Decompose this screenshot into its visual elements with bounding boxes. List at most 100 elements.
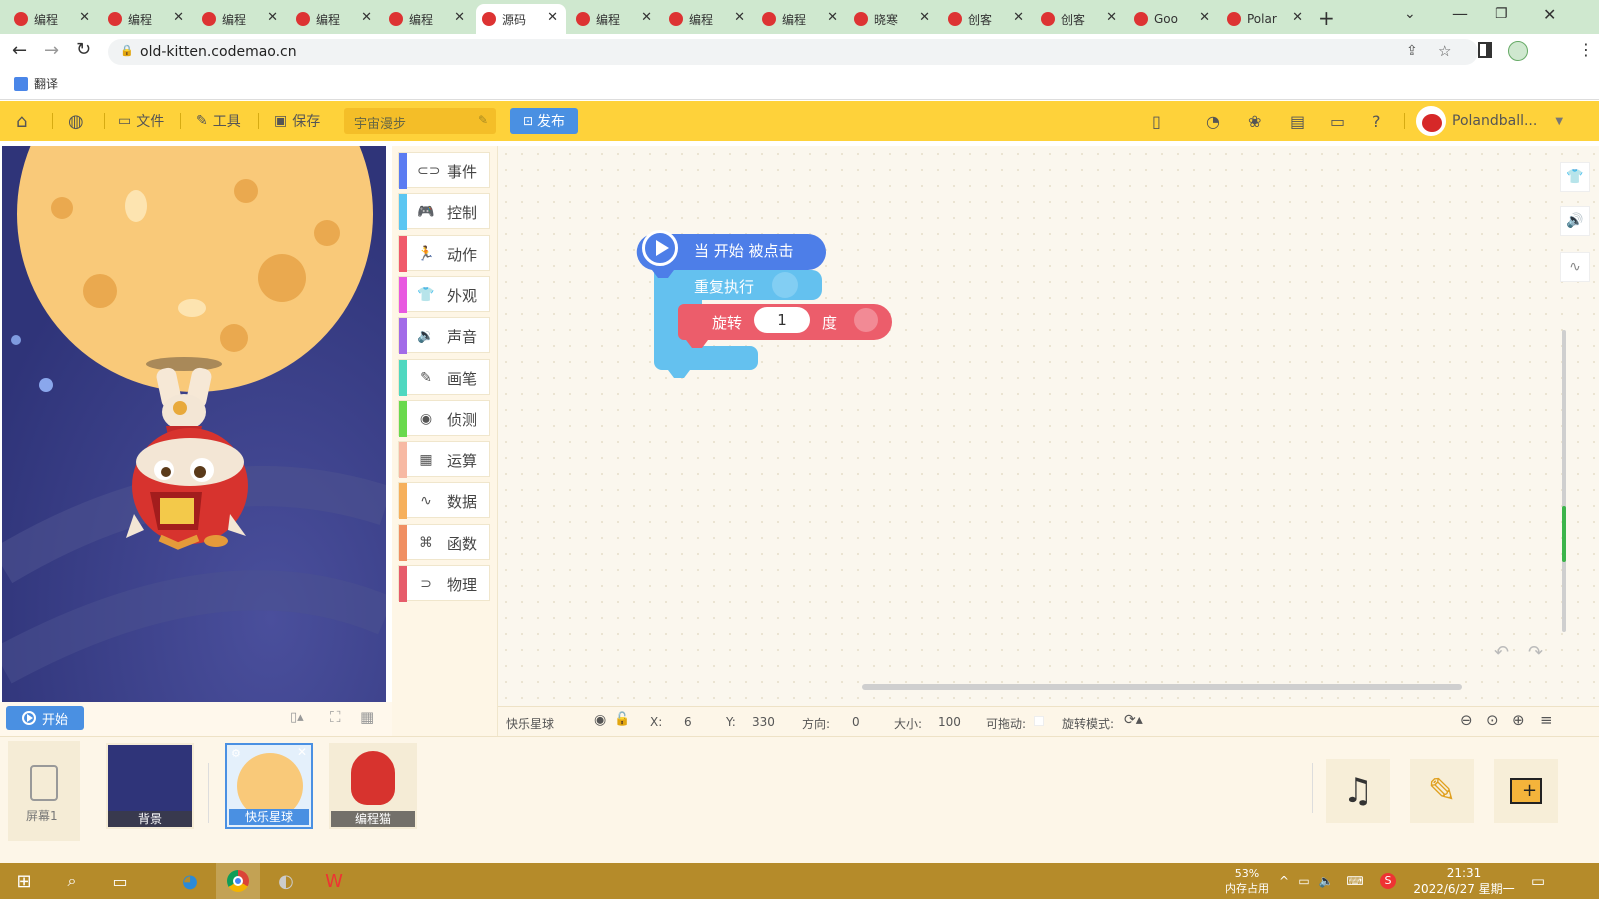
home-icon[interactable]: ⌂ (16, 101, 27, 141)
url-input[interactable]: 🔒 old-kitten.codemao.cn ⇪ ☆ (108, 39, 1478, 65)
menu-icon[interactable]: ⋮ (1578, 40, 1594, 59)
browser-tab[interactable]: Goo ✕ (1128, 4, 1218, 34)
task-view-icon[interactable]: ▭ (106, 863, 134, 899)
tab-close-icon[interactable]: ✕ (267, 10, 278, 25)
tab-close-icon[interactable]: ✕ (1106, 10, 1117, 25)
browser-tab[interactable]: 编程 ✕ (383, 4, 473, 34)
clock[interactable]: 21:31 2022/6/27 星期一 (1408, 863, 1520, 899)
translate-bookmark[interactable]: 翻译 (14, 75, 58, 92)
close-window-icon[interactable]: ✕ (1543, 5, 1556, 24)
chrome-icon[interactable] (216, 863, 260, 899)
grid-icon[interactable]: ▦ (360, 708, 374, 726)
browser-tab[interactable]: Polar ✕ (1221, 4, 1311, 34)
tab-close-icon[interactable]: ✕ (1013, 10, 1024, 25)
folder-open-icon[interactable]: ▭ (1330, 101, 1345, 141)
y-input[interactable]: 330 (752, 715, 775, 729)
browser-tab[interactable]: 编程 ✕ (8, 4, 98, 34)
tab-close-icon[interactable]: ✕ (454, 10, 465, 25)
search-icon[interactable]: ⌕ (58, 863, 86, 899)
device-select-icon[interactable]: ▯▴ (290, 710, 304, 725)
edge-icon[interactable]: ◕ (176, 863, 204, 899)
category-item[interactable]: ▦ 运算 (398, 441, 490, 479)
share-icon[interactable]: ⇪ (1406, 43, 1418, 59)
wps-icon[interactable]: W (320, 863, 348, 899)
memory-indicator[interactable]: 53% 内存占用 (1220, 863, 1274, 899)
browser-tab[interactable]: 编程 ✕ (756, 4, 846, 34)
network-icon[interactable]: ▭ (1296, 863, 1312, 899)
tab-close-icon[interactable]: ✕ (173, 10, 184, 25)
profile-icon[interactable] (1508, 41, 1528, 61)
browser-tab[interactable]: 源码 ✕ (476, 4, 566, 34)
globe-icon[interactable]: ◍ (68, 101, 84, 141)
save-button[interactable]: ▣ 保存 (274, 101, 320, 141)
volume-icon[interactable]: 🔈 (1318, 863, 1334, 899)
star-icon[interactable]: ☆ (1438, 42, 1451, 60)
sprite-name-field[interactable]: 快乐星球 (506, 715, 554, 732)
publish-button[interactable]: ⊡ 发布 (510, 108, 578, 134)
direction-input[interactable]: 0 (852, 715, 860, 729)
browser-tab[interactable]: 编程 ✕ (290, 4, 380, 34)
start-button[interactable]: 开始 (6, 706, 84, 730)
tab-close-icon[interactable]: ✕ (827, 10, 838, 25)
browser-tab[interactable]: 编程 ✕ (663, 4, 753, 34)
fullscreen-icon[interactable]: ⛶ (330, 708, 341, 726)
community-icon[interactable]: ❀ (1248, 101, 1261, 141)
keyboard-icon[interactable]: ⌨ (1344, 863, 1366, 899)
help-icon[interactable]: ? (1372, 101, 1381, 141)
tab-close-icon[interactable]: ✕ (1292, 10, 1303, 25)
variable-chart-icon[interactable]: ∿ (1560, 252, 1590, 282)
project-title-input[interactable]: 宇宙漫步 ✎ (344, 108, 496, 134)
rotation-mode-select[interactable]: ⟳▴ (1124, 712, 1143, 728)
rotate-block-label[interactable]: 旋转 (712, 312, 742, 333)
category-item[interactable]: 🎮 控制 (398, 193, 490, 231)
browser-tab[interactable]: 晓寒 ✕ (848, 4, 938, 34)
zoom-in-icon[interactable]: ⊕ (1512, 711, 1525, 729)
back-icon[interactable]: ← (12, 40, 27, 61)
user-menu[interactable]: Polandball... ▼ (1416, 101, 1563, 141)
tab-close-icon[interactable]: ✕ (547, 10, 558, 25)
app-icon[interactable]: ◐ (272, 863, 300, 899)
size-input[interactable]: 100 (938, 715, 961, 729)
horizontal-scrollbar[interactable] (862, 684, 1462, 690)
robot-icon[interactable]: ◔ (1206, 101, 1220, 141)
sound-library-button[interactable]: ♫ (1326, 759, 1390, 823)
ime-icon[interactable]: S (1378, 863, 1398, 899)
windows-start-icon[interactable]: ⊞ (10, 863, 38, 899)
browser-tab[interactable]: 编程 ✕ (196, 4, 286, 34)
draw-sprite-button[interactable]: ✎ (1410, 759, 1474, 823)
zoom-reset-icon[interactable]: ⊙ (1486, 711, 1499, 729)
tab-close-icon[interactable]: ✕ (361, 10, 372, 25)
sprite-thumbnail-cat[interactable]: 编程猫 (329, 743, 417, 829)
tray-chevron-icon[interactable]: ^ (1276, 863, 1292, 899)
side-panel-icon[interactable] (1478, 42, 1492, 58)
lock-sprite-icon[interactable]: 🔓 (614, 712, 630, 727)
draggable-checkbox[interactable] (1034, 716, 1044, 726)
zoom-out-icon[interactable]: ⊖ (1460, 711, 1473, 729)
costume-shirt-icon[interactable]: 👕 (1560, 162, 1590, 192)
visibility-eye-icon[interactable]: ◉ (594, 712, 606, 728)
category-item[interactable]: ✎ 画笔 (398, 358, 490, 396)
category-item[interactable]: ∿ 数据 (398, 482, 490, 520)
stage-canvas[interactable] (2, 146, 386, 702)
gift-icon[interactable]: ▤ (1290, 101, 1305, 141)
tab-search-icon[interactable]: ⌄ (1404, 6, 1416, 22)
device-icon[interactable]: ▯ (1152, 101, 1161, 141)
rotate-value-input[interactable]: 1 (754, 307, 810, 333)
tools-menu[interactable]: ✎ 工具 (196, 101, 241, 141)
more-menu-icon[interactable]: ≡ (1540, 711, 1553, 729)
code-workspace[interactable]: 当 开始 被点击 重复执行 旋转 1 度 ↶ ↷ (498, 146, 1599, 706)
file-menu[interactable]: ▭ 文件 (118, 101, 164, 141)
screen-card[interactable]: 屏幕1 (8, 741, 80, 841)
tab-close-icon[interactable]: ✕ (919, 10, 930, 25)
notification-icon[interactable]: ▭ (1526, 863, 1550, 899)
category-item[interactable]: ⌘ 函数 (398, 523, 490, 561)
tab-close-icon[interactable]: ✕ (641, 10, 652, 25)
category-item[interactable]: 🔉 声音 (398, 317, 490, 355)
vertical-scrollbar[interactable] (1562, 330, 1566, 632)
sprite-thumbnail-planet[interactable]: ⚙ ✕ 快乐星球 (225, 743, 313, 829)
tab-close-icon[interactable]: ✕ (1199, 10, 1210, 25)
new-tab-button[interactable]: + (1318, 6, 1335, 30)
browser-tab[interactable]: 编程 ✕ (570, 4, 660, 34)
add-folder-button[interactable]: + (1494, 759, 1558, 823)
browser-tab[interactable]: 编程 ✕ (102, 4, 192, 34)
